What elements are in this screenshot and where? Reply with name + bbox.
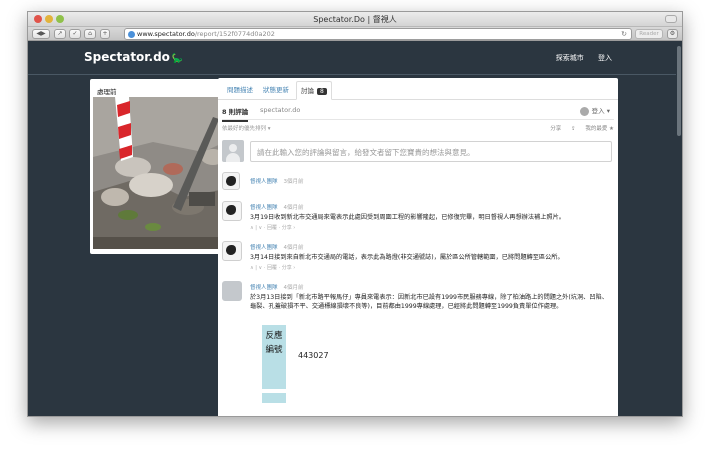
window-title: Spectator.Do | 督視人 (313, 15, 397, 24)
share-controls: 分享 ⇪ 我的最愛 ★ (534, 124, 614, 132)
new-tab-button[interactable]: + (100, 29, 110, 39)
community-brand[interactable]: spectator.do (260, 106, 300, 114)
share-icon: ⇪ (570, 126, 576, 132)
share-label: 分享 (550, 126, 562, 132)
nav-login[interactable]: 登入 (598, 54, 612, 62)
bookmarks-icon[interactable]: ⌂ (84, 29, 96, 39)
comment-author[interactable]: 督視人團隊 (250, 179, 278, 185)
login-dropdown[interactable]: 登入 ▾ (579, 105, 610, 116)
response-number-header: 反應編號 (262, 325, 286, 389)
comment-text: 3月14日接到來自新北市交通局的電話，表示此為路燈(非交通號誌)，屬於區公所管轄… (250, 254, 564, 261)
browser-window: Spectator.Do | 督視人 ◀▶ ↗ ✓ ⌂ + www.specta… (27, 11, 683, 417)
comment-time[interactable]: 4個月前 (284, 205, 304, 211)
login-label: 登入 ▾ (591, 107, 610, 115)
tab-discussion-label: 討論 (301, 87, 314, 95)
comment-item: 督視人團隊 3個月前 (222, 172, 614, 196)
commenter-avatar[interactable] (222, 281, 242, 301)
reader-button[interactable]: Reader (635, 29, 663, 39)
site-logo[interactable]: Spectator.do 🦕 (84, 50, 183, 64)
dino-avatar-icon (226, 205, 236, 215)
tab-status-update[interactable]: 狀態更新 (263, 84, 289, 94)
table-next-cell (262, 393, 286, 403)
commenter-avatar[interactable] (222, 201, 242, 221)
sort-row: 依最好的優先排列 ▾ 分享 ⇪ 我的最愛 ★ (222, 120, 614, 134)
url-path: /report/152f0774d0a202 (194, 30, 275, 38)
browser-toolbar: ◀▶ ↗ ✓ ⌂ + www.spectator.do/report/152f0… (28, 27, 682, 41)
dino-avatar-icon (226, 245, 236, 255)
comment-author[interactable]: 督視人團隊 (250, 205, 278, 211)
comment-text: 於3月13日接到「新北市路平報馬仔」專員來電表示：因新北市已設有1999市民服務… (250, 294, 608, 310)
site-header: Spectator.do 🦕 探索城市 登入 (28, 41, 682, 75)
comment-author[interactable]: 督視人團隊 (250, 245, 278, 251)
share-icon[interactable]: ↗ (54, 29, 66, 39)
scrollbar-thumb[interactable] (677, 46, 681, 136)
top-nav: 探索城市 登入 (544, 53, 612, 63)
tab-discussion[interactable]: 討論 8 (296, 81, 332, 100)
url-host: www.spectator.do (137, 30, 195, 38)
commenter-avatar[interactable] (222, 172, 240, 190)
comment-time[interactable]: 3個月前 (284, 179, 304, 185)
comment-author[interactable]: 督視人團隊 (250, 285, 278, 291)
site-icon (128, 31, 135, 38)
comment-item: 督視人團隊 4個月前 3月19日收到新北市交通局來電表示此處因受到周圍工程的影響隆… (222, 201, 614, 235)
comment-item: 督視人團隊 4個月前 於3月13日接到「新北市路平報馬仔」專員來電表示：因新北市已… (222, 281, 614, 403)
comment-item: 督視人團隊 4個月前 3月14日接到來自新北市交通局的電話，表示此為路燈(非交通號… (222, 241, 614, 277)
before-photo[interactable] (93, 97, 236, 249)
comment-time[interactable]: 4個月前 (284, 245, 304, 251)
tab-description[interactable]: 問題描述 (227, 84, 253, 94)
comment-actions[interactable]: ∧ | ∨ · 回覆 · 分享 › (250, 224, 614, 231)
logo-text: Spectator.do (84, 50, 170, 64)
sort-dropdown[interactable]: 依最好的優先排列 ▾ (222, 124, 271, 132)
discussion-count-badge: 8 (317, 88, 327, 95)
before-photo-card: 處理前 (90, 79, 239, 254)
comment-text: 3月19日收到新北市交通局來電表示此處因受到周圍工程的影響隆起，已修復完畢，明日… (250, 214, 565, 221)
downloads-icon[interactable]: ✓ (69, 29, 81, 39)
default-avatar (222, 140, 244, 162)
comment-input[interactable]: 請在此輸入您的評論與留言，給發文者留下您寶貴的想法與意見。 (250, 141, 612, 162)
commenter-avatar[interactable] (222, 241, 242, 261)
address-bar[interactable]: www.spectator.do/report/152f0774d0a202 ↻ (124, 28, 632, 40)
comment-compose: 請在此輸入您的評論與留言，給發文者留下您寶貴的想法與意見。 (222, 136, 614, 166)
title-bar: Spectator.Do | 督視人 (28, 12, 682, 27)
discussion-header: 8 則評論 spectator.do 登入 ▾ (222, 100, 614, 122)
comment-actions[interactable]: ∧ | ∨ · 回覆 · 分享 › (250, 264, 614, 271)
comment-time[interactable]: 4個月前 (284, 285, 304, 291)
gear-icon[interactable]: ⚙ (667, 29, 678, 39)
user-avatar-icon (579, 106, 589, 116)
favorite-button[interactable]: 我的最愛 ★ (585, 126, 614, 132)
report-main-card: 問題描述 狀態更新 討論 8 8 則評論 spectator.do 登入 ▾ 依最… (218, 78, 618, 416)
photo-label: 處理前 (97, 88, 117, 96)
page-scrollbar[interactable] (676, 42, 682, 416)
report-tabs: 問題描述 狀態更新 討論 8 (218, 78, 618, 100)
dino-avatar-icon (226, 176, 236, 186)
street-photo-image (93, 97, 236, 249)
dinosaur-logo-icon: 🦕 (171, 54, 184, 64)
nav-explore-city[interactable]: 探索城市 (556, 54, 584, 62)
response-number-value: 443027 (298, 351, 329, 360)
back-forward-button[interactable]: ◀▶ (32, 29, 50, 39)
reload-icon[interactable]: ↻ (621, 29, 627, 39)
share-button[interactable]: 分享 ⇪ (542, 126, 575, 132)
fullscreen-button[interactable] (665, 15, 677, 23)
